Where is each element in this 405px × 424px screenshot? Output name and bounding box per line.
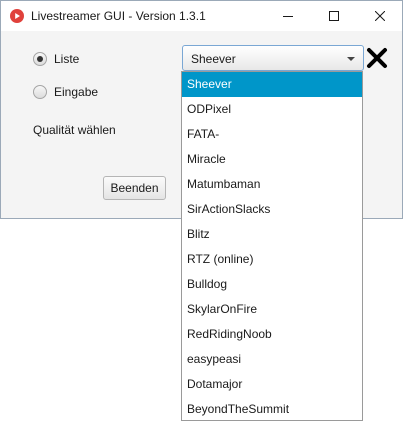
close-icon	[375, 11, 385, 21]
exit-button[interactable]: Beenden	[103, 176, 166, 200]
dropdown-item[interactable]: FATA-	[182, 122, 362, 147]
maximize-icon	[329, 11, 339, 21]
chevron-down-icon	[347, 57, 355, 61]
combo-selected-value: Sheever	[191, 52, 236, 66]
streamer-combobox[interactable]: Sheever	[182, 45, 364, 71]
dropdown-item[interactable]: easypeasi	[182, 347, 362, 372]
radio-eingabe[interactable]	[33, 85, 47, 99]
dropdown-item[interactable]: Matumbaman	[182, 172, 362, 197]
minimize-icon	[283, 16, 293, 17]
quality-label: Qualität wählen	[33, 123, 116, 137]
dropdown-item[interactable]: Blitz	[182, 222, 362, 247]
window-title: Livestreamer GUI - Version 1.3.1	[31, 9, 206, 23]
radio-eingabe-label[interactable]: Eingabe	[54, 85, 98, 99]
radio-liste[interactable]	[33, 52, 47, 66]
dropdown-item[interactable]: SkylarOnFire	[182, 297, 362, 322]
dropdown-item-selected[interactable]: Sheever	[182, 72, 362, 97]
dropdown-item[interactable]: Bulldog	[182, 272, 362, 297]
app-record-icon	[10, 9, 24, 23]
dropdown-item[interactable]: Miracle	[182, 147, 362, 172]
dropdown-item[interactable]: Dotamajor	[182, 372, 362, 397]
dropdown-item[interactable]: ODPixel	[182, 97, 362, 122]
dropdown-item[interactable]: RedRidingNoob	[182, 322, 362, 347]
streamer-dropdown-list[interactable]: Sheever ODPixel FATA- Miracle Matumbaman…	[181, 71, 363, 421]
exit-button-label: Beenden	[110, 181, 159, 195]
dropdown-item[interactable]: BeyondTheSummit	[182, 397, 362, 422]
minimize-button[interactable]	[265, 1, 311, 31]
close-button[interactable]	[357, 1, 403, 31]
radio-liste-label[interactable]: Liste	[54, 52, 79, 66]
dropdown-item[interactable]: SirActionSlacks	[182, 197, 362, 222]
dropdown-item[interactable]: RTZ (online)	[182, 247, 362, 272]
close-annotation-icon	[367, 48, 387, 68]
maximize-button[interactable]	[311, 1, 357, 31]
title-bar[interactable]: Livestreamer GUI - Version 1.3.1	[1, 1, 402, 31]
